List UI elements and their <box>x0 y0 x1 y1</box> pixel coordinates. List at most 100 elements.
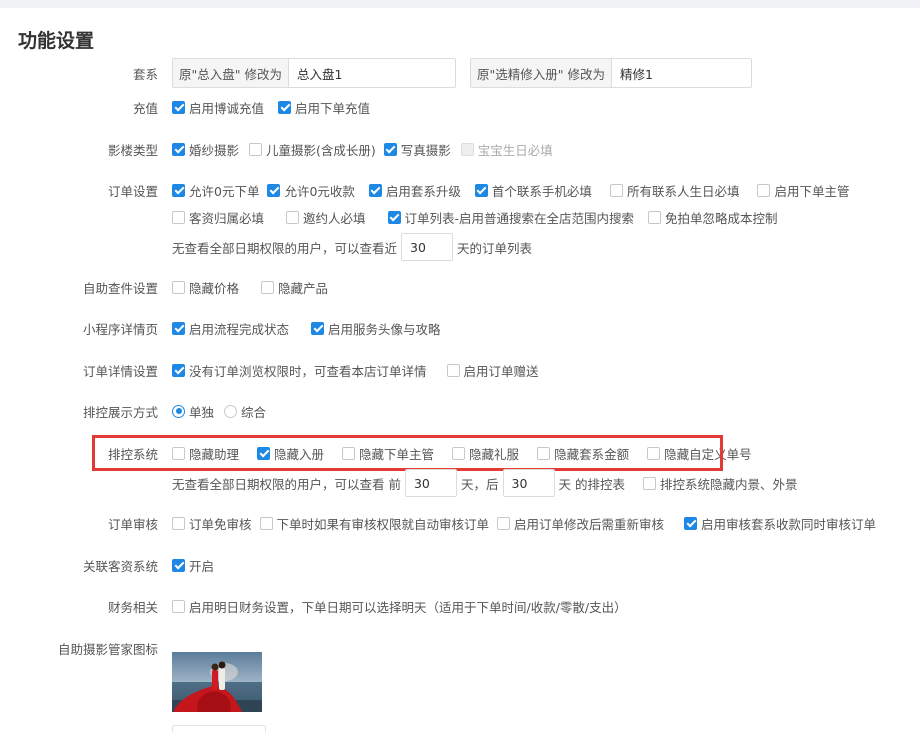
first-phone-required-checkbox[interactable]: 首个联系手机必填 <box>474 181 592 200</box>
view-store-order-detail-checkbox[interactable]: 没有订单浏览权限时，可查看本店订单详情 <box>172 361 427 380</box>
order-settings-controls-2: 客资归属必填 邀约人必填 订单列表-启用普通搜索在全店范围内搜索 免拍单忽略成本… <box>172 208 792 227</box>
recharge-label: 充值 <box>132 100 158 116</box>
checkbox-icon <box>172 558 185 572</box>
checkbox-icon <box>642 476 656 490</box>
checkbox-icon <box>497 516 511 530</box>
client-owner-required-checkbox[interactable]: 客资归属必填 <box>172 208 264 227</box>
order-no-review-checkbox[interactable]: 订单免审核 <box>172 514 252 533</box>
radio-icon <box>224 404 238 418</box>
mini-program-label: 小程序详情页 <box>82 321 158 337</box>
schedule-range-suffix: 天 的排控表 <box>558 476 625 492</box>
checkbox-icon <box>172 210 185 224</box>
settings-panel: 功能设置 套系 原"总入盘" 修改为 原"选精修入册" 修改为 充值 启用博诚充… <box>0 8 920 732</box>
package-field-1-addon: 原"总入盘" 修改为 <box>173 59 289 87</box>
order-list-limit-prefix: 无查看全部日期权限的用户，可以查看近 <box>172 240 398 256</box>
schedule-display-combined-radio[interactable]: 综合 <box>224 402 266 421</box>
wedding-photo-checkbox[interactable]: 婚纱摄影 <box>172 140 239 159</box>
checkbox-icon <box>172 363 185 377</box>
schedule-range-controls: 无查看全部日期权限的用户，可以查看 前 天，后 天 的排控表 排控系统隐藏内景、… <box>172 469 812 497</box>
baby-birthday-required-checkbox: 宝宝生日必填 <box>460 140 553 159</box>
checkbox-icon <box>460 142 474 156</box>
allow-zero-order-checkbox[interactable]: 允许0元下单 <box>172 181 259 200</box>
checkbox-icon <box>172 599 185 613</box>
enable-flow-status-checkbox[interactable]: 启用流程完成状态 <box>172 319 289 338</box>
checkbox-icon <box>286 210 300 224</box>
linked-crm-controls: 开启 <box>172 556 228 575</box>
schedule-range-prefix: 无查看全部日期权限的用户，可以查看 前 <box>172 476 401 492</box>
hide-price-checkbox[interactable]: 隐藏价格 <box>172 278 239 297</box>
portrait-photo-checkbox[interactable]: 写真摄影 <box>383 140 451 159</box>
package-label: 套系 <box>132 66 158 82</box>
checkbox-icon <box>446 363 460 377</box>
checkbox-icon <box>757 183 771 197</box>
checkbox-icon <box>267 183 281 197</box>
page-title: 功能设置 <box>18 30 95 52</box>
order-list-limit-controls: 无查看全部日期权限的用户，可以查看近 天的订单列表 <box>172 233 532 261</box>
order-list-limit-suffix: 天的订单列表 <box>457 240 533 256</box>
linked-crm-label: 关联客资系统 <box>82 558 158 574</box>
package-field-1-input[interactable] <box>288 59 455 87</box>
checkbox-icon <box>474 183 488 197</box>
order-settings-label: 订单设置 <box>107 183 158 199</box>
inviter-required-checkbox[interactable]: 邀约人必填 <box>286 208 366 227</box>
hide-scene-checkbox[interactable]: 排控系统隐藏内景、外景 <box>642 474 798 493</box>
skip-cost-control-checkbox[interactable]: 免拍单忽略成本控制 <box>648 208 778 227</box>
linked-crm-enable-checkbox[interactable]: 开启 <box>172 556 214 575</box>
order-list-days-input[interactable] <box>401 233 454 261</box>
checkbox-icon <box>172 100 185 114</box>
checkbox-icon <box>278 100 292 114</box>
finance-label: 财务相关 <box>107 599 158 615</box>
schedule-before-days-input[interactable] <box>404 469 457 497</box>
checkbox-icon <box>172 183 185 197</box>
self-photo-icon-label: 自助摄影管家图标 <box>57 641 158 657</box>
schedule-after-days-input[interactable] <box>502 469 555 497</box>
enable-order-gift-checkbox[interactable]: 启用订单赠送 <box>446 361 539 380</box>
checkbox-icon <box>172 516 185 530</box>
checkbox-icon <box>259 516 273 530</box>
schedule-display-label: 排控展示方式 <box>82 404 158 420</box>
package-field-1: 原"总入盘" 修改为 <box>172 58 456 88</box>
all-birthday-required-checkbox[interactable]: 所有联系人生日必填 <box>609 181 739 200</box>
radio-icon <box>172 404 185 418</box>
package-controls: 原"总入盘" 修改为 原"选精修入册" 修改为 <box>172 58 752 88</box>
checkbox-icon <box>684 516 698 530</box>
self-photo-icon-image[interactable] <box>172 652 262 712</box>
schedule-display-single-radio[interactable]: 单独 <box>172 402 214 421</box>
self-query-controls: 隐藏价格 隐藏产品 <box>172 278 342 297</box>
checkbox-icon <box>368 183 382 197</box>
kids-photo-checkbox[interactable]: 儿童摄影(含成长册) <box>249 140 376 159</box>
hide-product-checkbox[interactable]: 隐藏产品 <box>261 278 328 297</box>
enable-package-upgrade-checkbox[interactable]: 启用套系升级 <box>368 181 461 200</box>
tomorrow-finance-checkbox[interactable]: 启用明日财务设置，下单日期可以选择明天（适用于下单时间/收款/零散/支出） <box>172 597 627 616</box>
auto-review-on-order-checkbox[interactable]: 下单时如果有审核权限就自动审核订单 <box>259 514 489 533</box>
checkbox-icon <box>172 280 185 294</box>
schedule-range-mid: 天，后 <box>460 476 499 492</box>
schedule-system-highlight-box <box>92 435 723 471</box>
allow-zero-payment-checkbox[interactable]: 允许0元收款 <box>267 181 355 200</box>
checkbox-icon <box>383 142 397 156</box>
order-review-label: 订单审核 <box>107 516 158 532</box>
mini-program-controls: 启用流程完成状态 启用服务头像与攻略 <box>172 319 455 338</box>
order-list-store-search-checkbox[interactable]: 订单列表-启用普通搜索在全店范围内搜索 <box>387 208 634 227</box>
checkbox-icon <box>387 210 401 224</box>
recharge-controls: 启用博诚充值 启用下单充值 <box>172 98 384 117</box>
finance-controls: 启用明日财务设置，下单日期可以选择明天（适用于下单时间/收款/零散/支出） <box>172 597 641 616</box>
enable-order-manager-checkbox[interactable]: 启用下单主管 <box>757 181 849 200</box>
schedule-display-controls: 单独 综合 <box>172 402 276 421</box>
checkbox-icon <box>172 321 185 335</box>
checkbox-icon <box>609 183 623 197</box>
order-review-controls: 订单免审核 下单时如果有审核权限就自动审核订单 启用订单修改后需重新审核 启用审… <box>172 514 890 533</box>
checkbox-icon <box>249 142 263 156</box>
package-field-2: 原"选精修入册" 修改为 <box>470 58 752 88</box>
review-payment-with-order-checkbox[interactable]: 启用审核套系收款同时审核订单 <box>684 514 876 533</box>
enable-service-avatar-checkbox[interactable]: 启用服务头像与攻略 <box>311 319 441 338</box>
wedding-photo-thumbnail <box>172 652 262 712</box>
recharge-order-checkbox[interactable]: 启用下单充值 <box>278 98 370 117</box>
self-photo-icon-upload-frame[interactable] <box>172 725 266 732</box>
order-settings-controls-1: 允许0元下单 允许0元收款 启用套系升级 首个联系手机必填 所有联系人生日必填 … <box>172 181 863 200</box>
order-detail-controls: 没有订单浏览权限时，可查看本店订单详情 启用订单赠送 <box>172 361 553 380</box>
package-field-2-input[interactable] <box>611 59 751 87</box>
re-review-after-edit-checkbox[interactable]: 启用订单修改后需重新审核 <box>497 514 664 533</box>
package-field-2-addon: 原"选精修入册" 修改为 <box>471 59 612 87</box>
recharge-bocheng-checkbox[interactable]: 启用博诚充值 <box>172 98 264 117</box>
